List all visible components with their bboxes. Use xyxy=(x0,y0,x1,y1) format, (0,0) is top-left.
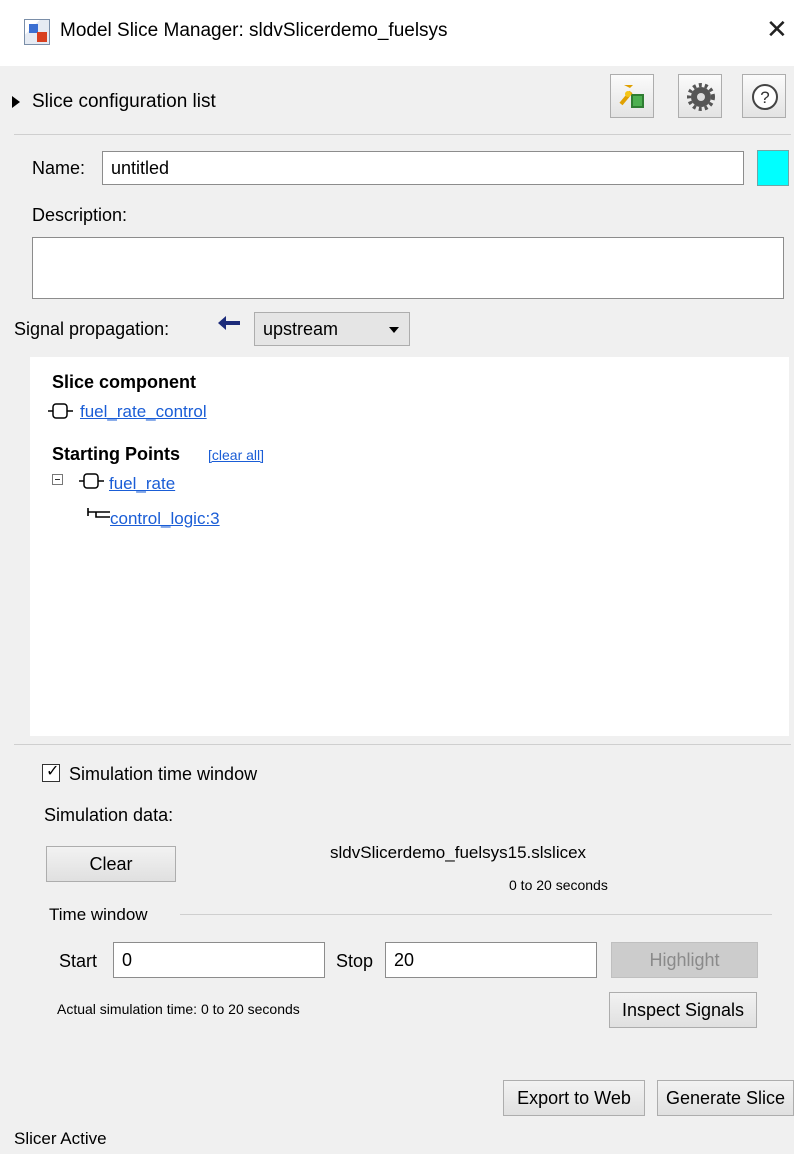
slice-component-heading: Slice component xyxy=(52,372,197,392)
highlight-button[interactable]: Highlight xyxy=(611,942,758,978)
signal-propagation-value: upstream xyxy=(263,319,339,339)
chevron-down-icon xyxy=(389,327,399,333)
settings-button[interactable] xyxy=(678,74,722,118)
stop-label: Stop xyxy=(336,951,374,971)
clear-button[interactable]: Clear xyxy=(46,846,176,882)
starting-points-heading: Starting Points xyxy=(52,444,181,464)
simulation-window-label: Simulation time window xyxy=(69,764,258,784)
svg-text:?: ? xyxy=(760,88,769,107)
simulation-data-label: Simulation data: xyxy=(44,805,174,825)
inspect-signals-button[interactable]: Inspect Signals xyxy=(609,992,757,1028)
simulation-file-name: sldvSlicerdemo_fuelsys15.slslicex xyxy=(330,843,587,862)
simulation-file-range: 0 to 20 seconds xyxy=(509,877,608,893)
expand-arrow-icon[interactable] xyxy=(12,96,20,108)
group-separator xyxy=(180,914,772,915)
name-label: Name: xyxy=(32,158,86,178)
help-icon: ? xyxy=(752,84,778,110)
signal-line-icon xyxy=(87,508,110,518)
separator xyxy=(14,744,791,745)
subsystem-icon xyxy=(48,403,73,419)
time-window-label: Time window xyxy=(49,905,148,924)
start-label: Start xyxy=(59,951,98,971)
close-icon[interactable]: ✕ xyxy=(766,14,788,45)
check-icon: ✓ xyxy=(46,763,60,780)
description-label: Description: xyxy=(32,205,128,225)
slice-component-link[interactable]: fuel_rate_control xyxy=(80,402,207,422)
description-input[interactable] xyxy=(32,237,784,299)
app-icon xyxy=(24,19,50,45)
stop-time-input[interactable] xyxy=(385,942,597,978)
signal-propagation-label: Signal propagation: xyxy=(14,319,170,339)
export-to-web-button[interactable]: Export to Web xyxy=(503,1080,645,1116)
separator xyxy=(14,134,791,135)
name-input[interactable] xyxy=(102,151,744,185)
gear-icon xyxy=(687,83,715,111)
generate-slice-button[interactable]: Generate Slice xyxy=(657,1080,794,1116)
slice-config-list-toggle[interactable]: Slice configuration list xyxy=(32,91,216,113)
upstream-arrow-icon xyxy=(218,316,240,330)
help-button[interactable]: ? xyxy=(742,74,786,118)
start-time-input[interactable] xyxy=(113,942,325,978)
outport-icon xyxy=(79,473,104,489)
starting-point-link[interactable]: control_logic:3 xyxy=(110,509,220,529)
slice-highlight-button[interactable] xyxy=(610,74,654,118)
clear-all-link[interactable]: [clear all] xyxy=(208,447,264,463)
window-title: Model Slice Manager: sldvSlicerdemo_fuel… xyxy=(60,20,448,41)
signal-propagation-select[interactable]: upstream xyxy=(254,312,410,346)
tree-collapse-icon[interactable] xyxy=(52,474,63,485)
actual-simulation-time: Actual simulation time: 0 to 20 seconds xyxy=(57,1001,300,1017)
slice-highlight-icon xyxy=(619,85,644,108)
slice-color-swatch[interactable] xyxy=(757,150,789,186)
starting-point-link[interactable]: fuel_rate xyxy=(109,474,175,494)
status-text: Slicer Active xyxy=(14,1129,107,1148)
